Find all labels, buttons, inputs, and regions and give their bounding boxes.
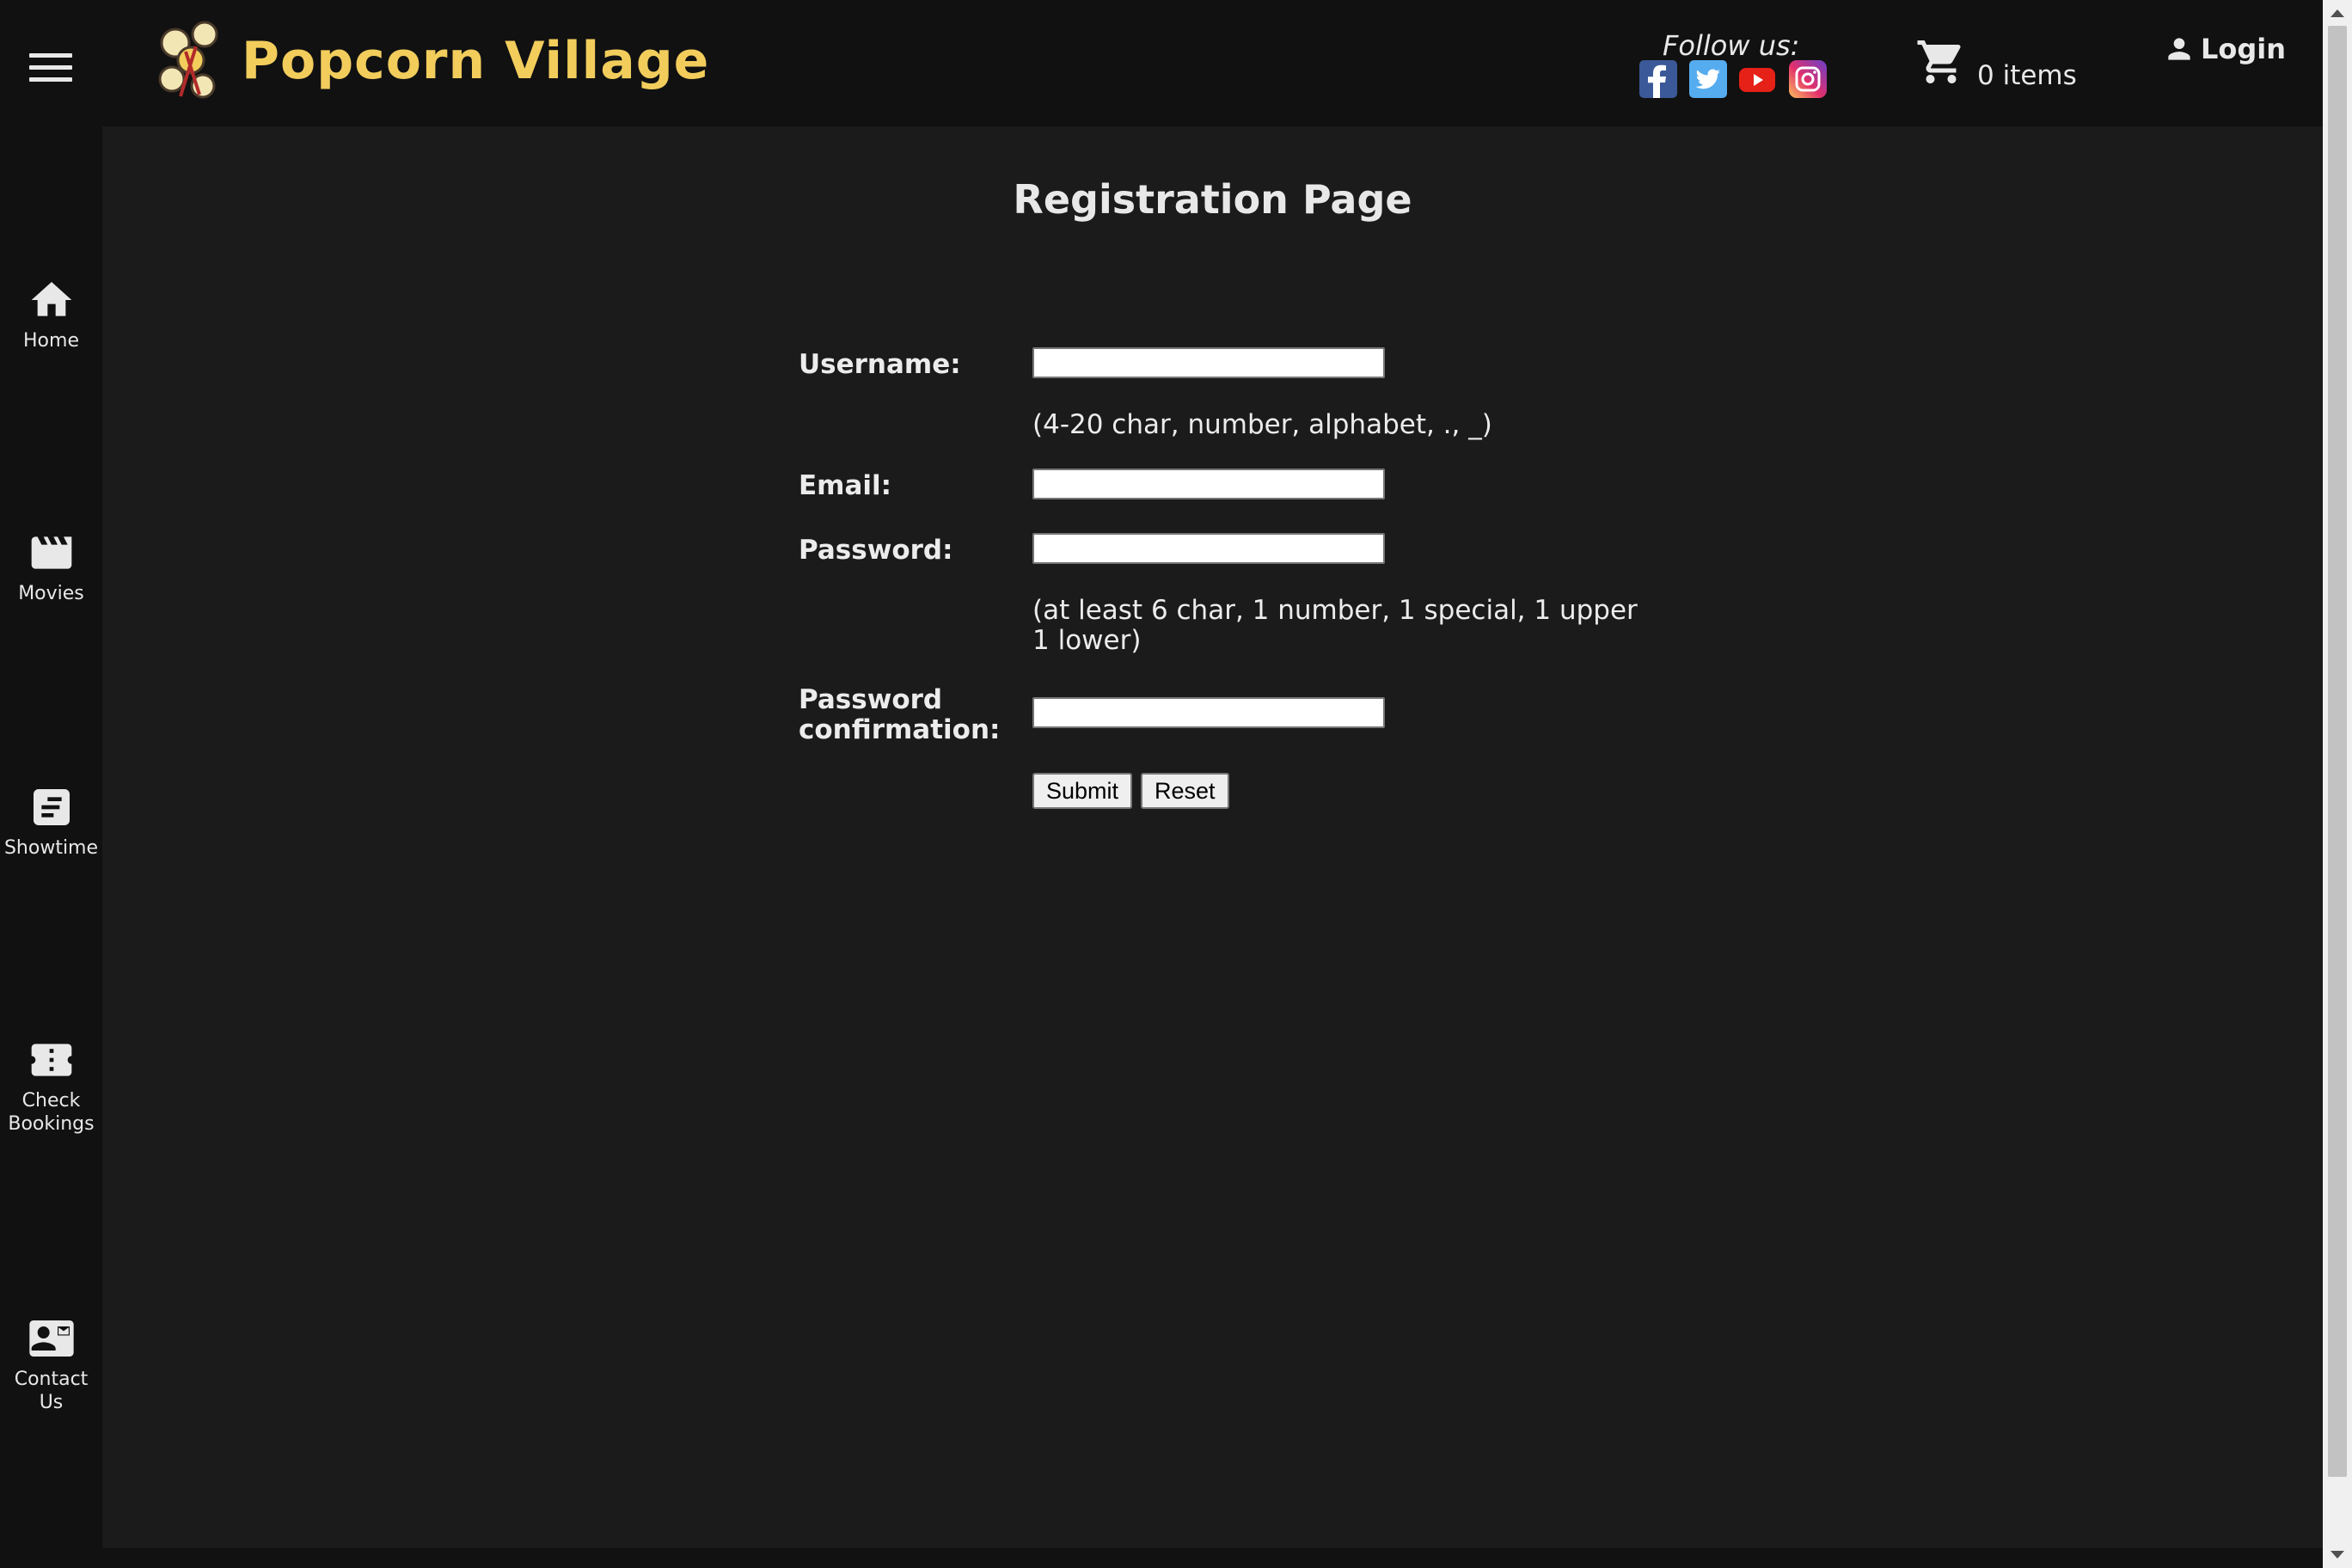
sidebar-item-label: Movies: [18, 583, 84, 604]
ticket-icon: [31, 1044, 71, 1076]
password-confirmation-input[interactable]: [1032, 697, 1385, 728]
cart-item-count[interactable]: 0 items: [1977, 60, 2077, 91]
twitter-icon[interactable]: [1689, 60, 1727, 98]
bottom-strip: [0, 1548, 2323, 1568]
facebook-icon[interactable]: [1639, 60, 1677, 98]
password-label: Password:: [799, 535, 953, 566]
password-confirmation-label: Password confirmation:: [799, 684, 1001, 745]
page-title: Registration Page: [1013, 176, 1412, 223]
sidebar-item-home[interactable]: Home: [0, 276, 102, 352]
scrollbar-thumb[interactable]: [2328, 26, 2347, 1477]
email-input[interactable]: [1032, 469, 1385, 499]
clapperboard-icon: [31, 536, 71, 569]
submit-button[interactable]: Submit: [1032, 773, 1133, 809]
email-label: Email:: [799, 470, 892, 501]
sidebar-item-label: Showtime: [3, 837, 99, 859]
reset-button[interactable]: Reset: [1141, 773, 1229, 809]
login-label: Login: [2201, 33, 2287, 65]
home-icon: [31, 282, 71, 316]
sidebar-item-showtime[interactable]: Showtime: [0, 783, 102, 860]
contact-card-icon: [28, 1320, 74, 1357]
sidebar-item-movies[interactable]: Movies: [0, 529, 102, 605]
popcorn-logo-icon[interactable]: [151, 17, 230, 108]
username-label: Username:: [799, 349, 961, 380]
password-hint: (at least 6 char, 1 number, 1 special, 1…: [1032, 595, 1638, 656]
sidebar-item-label: Contact Us: [14, 1369, 89, 1413]
follow-us-label: Follow us:: [1663, 29, 1800, 62]
scroll-up-arrow-icon[interactable]: [2323, 0, 2352, 26]
sidebar-item-contact-us[interactable]: Contact Us: [0, 1314, 102, 1414]
scroll-down-arrow-icon[interactable]: [2323, 1542, 2352, 1568]
password-input[interactable]: [1032, 533, 1385, 564]
shopping-cart-icon[interactable]: [1915, 36, 1967, 88]
username-hint: (4-20 char, number, alphabet, ., _): [1032, 409, 1492, 440]
user-icon: [2168, 38, 2190, 60]
sidebar-item-label: Check Bookings: [8, 1090, 95, 1135]
vertical-scrollbar[interactable]: [2323, 0, 2352, 1568]
sidebar-item-check-bookings[interactable]: Check Bookings: [0, 1036, 102, 1136]
showtime-icon: [33, 789, 70, 825]
sidebar-item-label: Home: [23, 330, 79, 352]
youtube-icon[interactable]: [1738, 60, 1776, 98]
hamburger-menu-icon[interactable]: [29, 53, 72, 83]
instagram-icon[interactable]: [1789, 60, 1827, 98]
main-content: Registration Page Username: (4-20 char, …: [102, 126, 2323, 1548]
username-input[interactable]: [1032, 347, 1385, 378]
top-header: Popcorn Village Follow us: 0 items Login: [0, 0, 2323, 126]
login-button[interactable]: Login: [2163, 31, 2286, 67]
side-navigation: Home Movies Showtime Check Bookings Cont…: [0, 126, 102, 1568]
brand-title[interactable]: Popcorn Village: [242, 31, 709, 91]
